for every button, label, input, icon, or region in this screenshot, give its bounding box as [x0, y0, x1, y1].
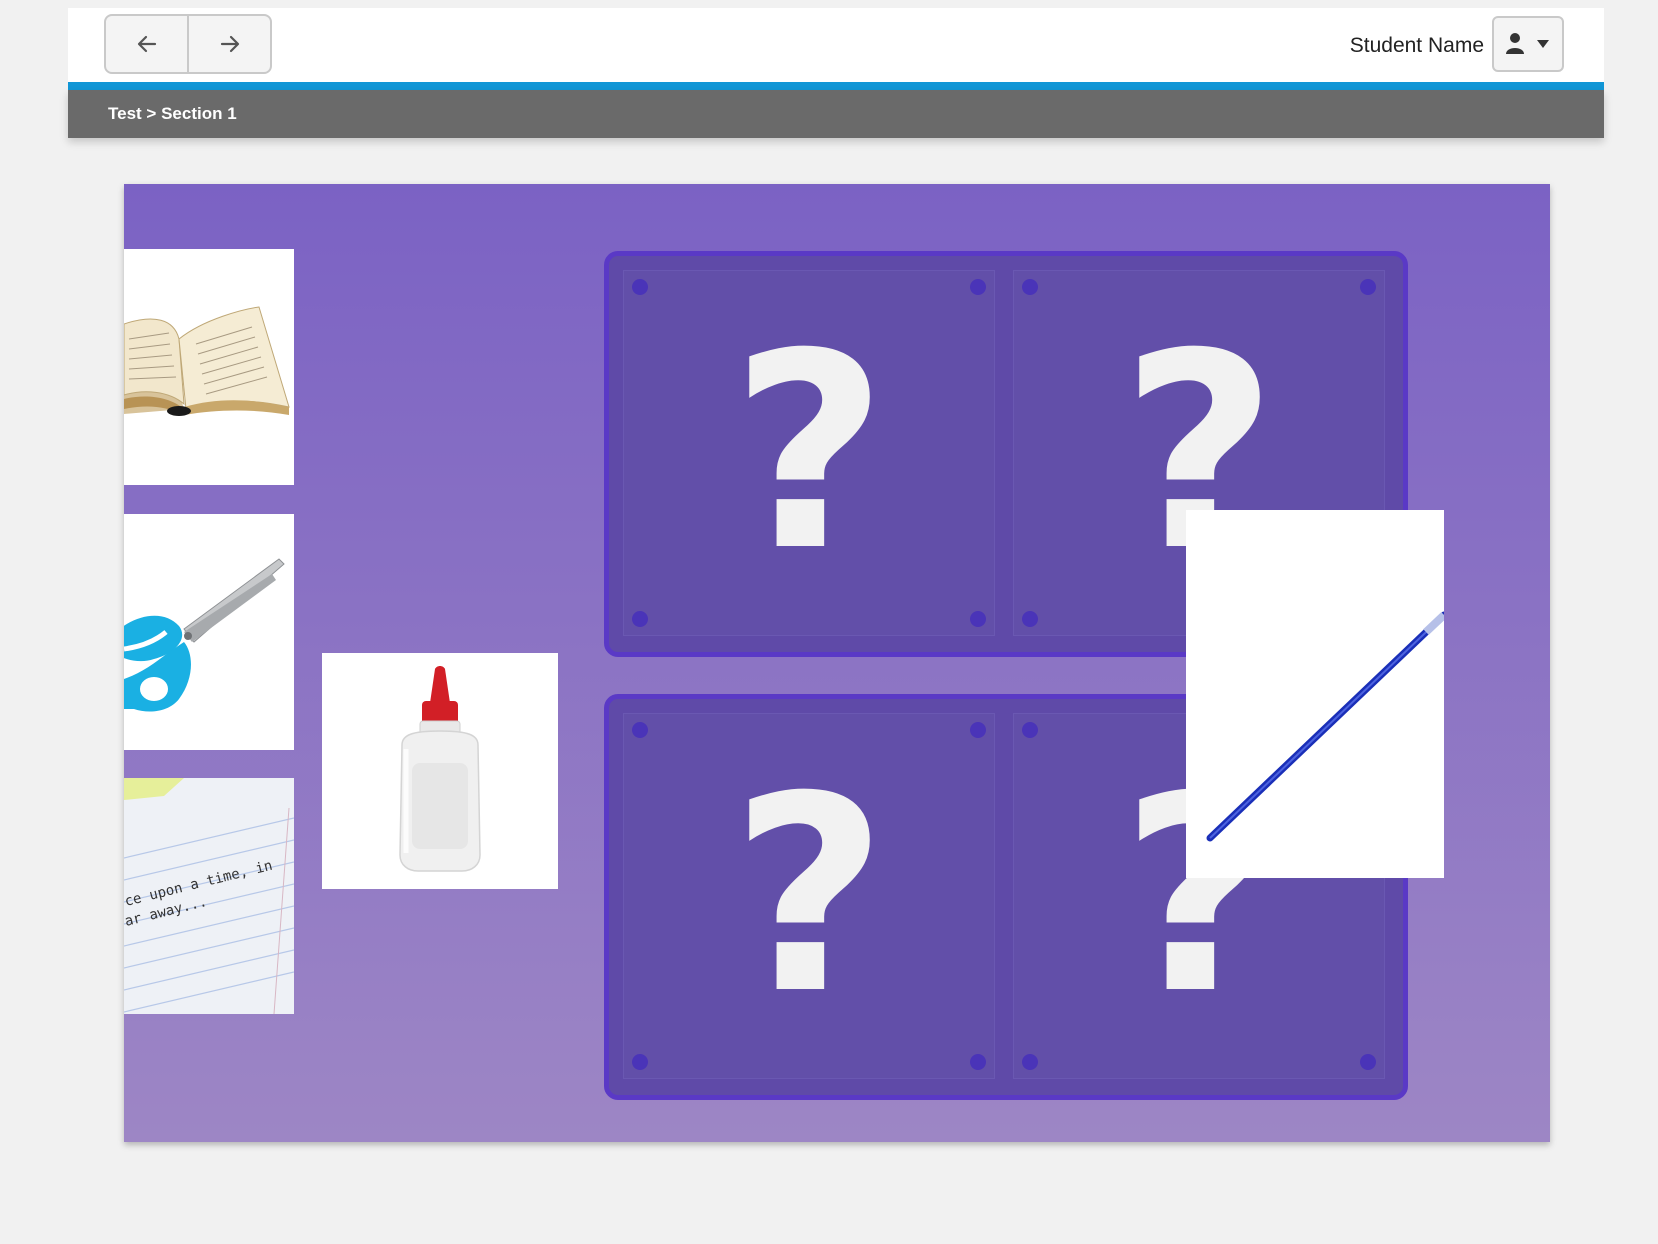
card-blue-pen[interactable]	[1186, 510, 1444, 878]
top-bar: Student Name	[68, 8, 1604, 82]
slot-dot	[1360, 279, 1376, 295]
slot-dot	[632, 1054, 648, 1070]
notebook-page-icon: ce upon a time, in ar away...	[124, 778, 294, 1014]
slot-dot	[632, 279, 648, 295]
slot-dot	[1022, 722, 1038, 738]
glue-bottle-icon	[399, 666, 481, 872]
drag-drop-stage: ? ? ? ? ce upon a time, in ar away...	[124, 184, 1550, 1142]
slot-dot	[970, 279, 986, 295]
caret-down-icon	[1537, 40, 1549, 48]
navigation-buttons	[104, 14, 272, 74]
slot-dot	[1022, 611, 1038, 627]
user-icon	[1506, 33, 1524, 54]
card-open-book[interactable]	[124, 249, 294, 485]
question-mark-icon: ?	[730, 295, 888, 610]
card-notebook-page[interactable]: ce upon a time, in ar away...	[124, 778, 294, 1014]
card-glue-bottle[interactable]	[322, 653, 558, 889]
student-name: Student Name	[1349, 34, 1484, 57]
arrow-right-icon	[220, 35, 239, 53]
slot-dot	[970, 1054, 986, 1070]
blue-pen-icon	[1206, 611, 1444, 842]
forward-button[interactable]	[187, 16, 270, 72]
slot-dot	[970, 722, 986, 738]
open-book-icon	[124, 306, 290, 416]
slot-dot	[632, 611, 648, 627]
back-button[interactable]	[106, 16, 187, 72]
accent-bar	[68, 82, 1604, 90]
scissors-icon	[124, 558, 285, 712]
arrow-left-icon	[137, 35, 156, 53]
breadcrumb-bar: Test > Section 1	[68, 90, 1604, 138]
slot-dot	[1360, 1054, 1376, 1070]
slot-dot	[1022, 279, 1038, 295]
question-mark-icon: ?	[730, 738, 888, 1053]
slot-dot	[1022, 1054, 1038, 1070]
drop-slot[interactable]: ?	[623, 270, 995, 636]
slot-dot	[632, 722, 648, 738]
breadcrumb: Test > Section 1	[108, 104, 237, 123]
slot-dot	[970, 611, 986, 627]
card-scissors[interactable]	[124, 514, 294, 750]
user-menu-button[interactable]	[1492, 16, 1564, 72]
drop-slot[interactable]: ?	[623, 713, 995, 1079]
